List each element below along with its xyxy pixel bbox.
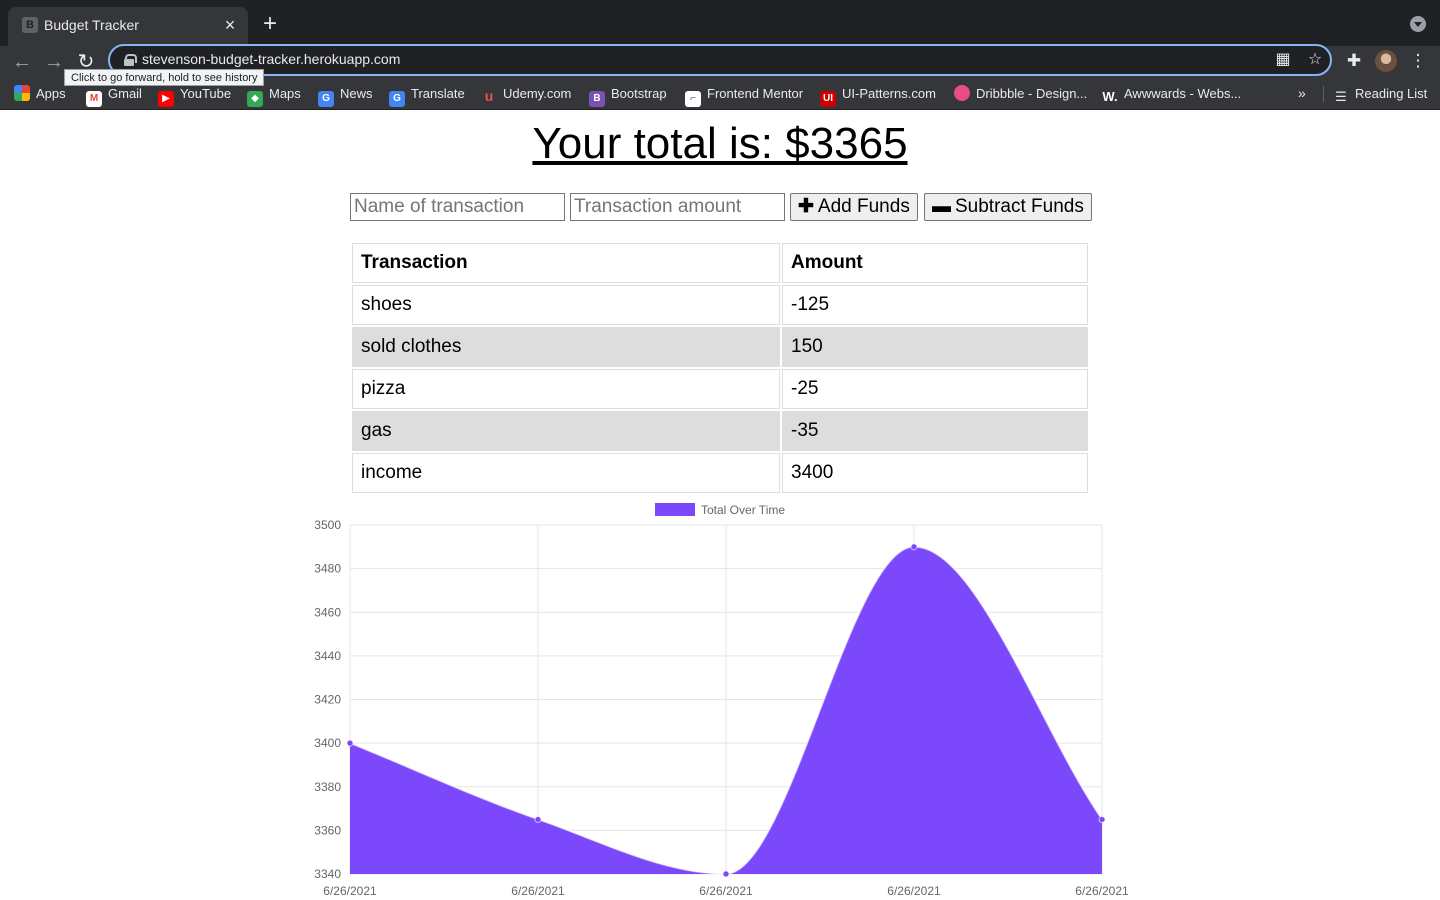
y-tick-label: 3440 bbox=[314, 649, 341, 663]
reading-list-button[interactable]: ☰ Reading List bbox=[1333, 85, 1427, 104]
extensions-puzzle-icon[interactable]: ✚ bbox=[1343, 50, 1365, 72]
tab-search-icon[interactable] bbox=[1410, 16, 1426, 32]
data-point bbox=[346, 739, 354, 747]
table-row: sold clothes 150 bbox=[352, 327, 1088, 367]
ui-patterns-icon: UI bbox=[820, 91, 836, 107]
tab-budget-tracker[interactable]: B Budget Tracker × bbox=[8, 7, 248, 46]
y-tick-label: 3340 bbox=[314, 867, 341, 881]
back-arrow-icon[interactable]: ← bbox=[10, 50, 34, 74]
y-tick-label: 3460 bbox=[314, 605, 341, 619]
bookmark-translate[interactable]: G Translate bbox=[389, 85, 465, 107]
x-tick-label: 6/26/2021 bbox=[887, 884, 941, 898]
maps-icon: ◆ bbox=[247, 91, 263, 107]
browser-toolbar: ← → ↻ stevenson-budget-tracker.herokuapp… bbox=[0, 44, 1440, 86]
tab-strip: B Budget Tracker × + bbox=[0, 0, 1440, 46]
data-point bbox=[910, 543, 918, 551]
transaction-amount-cell: 3400 bbox=[782, 453, 1088, 493]
y-tick-label: 3400 bbox=[314, 736, 341, 750]
gmail-icon: M bbox=[86, 91, 102, 107]
minus-icon: ▬ bbox=[932, 196, 951, 217]
transaction-name-cell: gas bbox=[352, 411, 780, 451]
qr-code-icon[interactable]: ▦ bbox=[1274, 51, 1292, 69]
x-tick-label: 6/26/2021 bbox=[511, 884, 565, 898]
url-text: stevenson-budget-tracker.herokuapp.com bbox=[142, 51, 401, 67]
y-tick-label: 3420 bbox=[314, 693, 341, 707]
subtract-funds-button[interactable]: ▬ Subtract Funds bbox=[924, 193, 1092, 221]
total-over-time-chart: 3340 3360 3380 3400 3420 3440 3460 3480 3500 6/26… bbox=[314, 503, 1129, 898]
address-bar[interactable]: stevenson-budget-tracker.herokuapp.com ▦… bbox=[108, 44, 1332, 76]
bookmark-ui-patterns[interactable]: UI UI-Patterns.com bbox=[820, 85, 936, 107]
y-tick-label: 3360 bbox=[314, 823, 341, 837]
profile-avatar[interactable] bbox=[1375, 50, 1397, 72]
y-tick-label: 3380 bbox=[314, 780, 341, 794]
bookmark-awwwards[interactable]: W. Awwwards - Webs... bbox=[1102, 85, 1241, 104]
table-row: gas -35 bbox=[352, 411, 1088, 451]
lock-icon bbox=[124, 54, 137, 66]
bookmark-star-icon[interactable]: ☆ bbox=[1306, 51, 1324, 69]
new-tab-icon[interactable]: + bbox=[258, 12, 282, 36]
plus-icon: ✚ bbox=[798, 196, 814, 217]
table-row: income 3400 bbox=[352, 453, 1088, 493]
transaction-name-input[interactable] bbox=[350, 193, 565, 221]
data-point bbox=[1098, 815, 1106, 823]
column-header-transaction: Transaction bbox=[352, 243, 780, 283]
legend-swatch bbox=[655, 503, 695, 516]
bookmark-frontend-mentor[interactable]: ⌐ Frontend Mentor bbox=[685, 85, 803, 107]
bookmark-gmail[interactable]: M Gmail bbox=[86, 85, 142, 107]
bootstrap-icon: B bbox=[589, 91, 605, 107]
apps-grid-icon bbox=[14, 85, 30, 101]
tab-title: Budget Tracker bbox=[44, 17, 139, 33]
page-content: Your total is: $3365 ✚Add Funds ▬Subtrac… bbox=[0, 111, 1440, 900]
y-tick-label: 3480 bbox=[314, 562, 341, 576]
y-tick-label: 3500 bbox=[314, 518, 341, 532]
bookmark-dribbble[interactable]: Dribbble - Design... bbox=[954, 85, 1087, 103]
transaction-amount-cell: -125 bbox=[782, 285, 1088, 325]
forward-arrow-icon[interactable]: → bbox=[42, 50, 66, 74]
bookmark-apps[interactable]: Apps bbox=[14, 85, 66, 103]
reading-list-icon: ☰ bbox=[1335, 89, 1347, 104]
awwwards-icon: W. bbox=[1102, 89, 1118, 104]
x-tick-label: 6/26/2021 bbox=[699, 884, 753, 898]
data-point bbox=[722, 870, 730, 878]
forward-tooltip: Click to go forward, hold to see history bbox=[64, 69, 265, 86]
more-bookmarks-icon[interactable]: » bbox=[1298, 85, 1306, 101]
transaction-name-cell: income bbox=[352, 453, 780, 493]
frontend-mentor-icon: ⌐ bbox=[685, 91, 701, 107]
bookmark-bootstrap[interactable]: B Bootstrap bbox=[589, 85, 667, 107]
transaction-name-cell: pizza bbox=[352, 369, 780, 409]
dribbble-icon bbox=[954, 85, 970, 101]
close-tab-icon[interactable]: × bbox=[220, 15, 240, 35]
bookmark-maps[interactable]: ◆ Maps bbox=[247, 85, 301, 107]
legend-label: Total Over Time bbox=[701, 503, 785, 517]
add-funds-button[interactable]: ✚ Add Funds bbox=[790, 193, 918, 221]
transaction-amount-input[interactable] bbox=[570, 193, 785, 221]
transaction-name-cell: sold clothes bbox=[352, 327, 780, 367]
news-icon: G bbox=[318, 91, 334, 107]
x-tick-label: 6/26/2021 bbox=[1075, 884, 1129, 898]
bookmark-news[interactable]: G News bbox=[318, 85, 373, 107]
x-tick-label: 6/26/2021 bbox=[323, 884, 377, 898]
site-favicon-icon: B bbox=[22, 17, 38, 33]
menu-kebab-icon[interactable]: ⋮ bbox=[1407, 50, 1429, 72]
table-row: pizza -25 bbox=[352, 369, 1088, 409]
transactions-table: Transaction Amount shoes -125 sold cloth… bbox=[350, 241, 1090, 495]
transaction-amount-cell: -25 bbox=[782, 369, 1088, 409]
youtube-icon: ▶ bbox=[158, 91, 174, 107]
data-point bbox=[534, 815, 542, 823]
bookmarks-divider bbox=[1323, 86, 1324, 102]
transaction-name-cell: shoes bbox=[352, 285, 780, 325]
table-row: shoes -125 bbox=[352, 285, 1088, 325]
column-header-amount: Amount bbox=[782, 243, 1088, 283]
transaction-amount-cell: -35 bbox=[782, 411, 1088, 451]
bookmark-youtube[interactable]: ▶ YouTube bbox=[158, 85, 231, 107]
transaction-amount-cell: 150 bbox=[782, 327, 1088, 367]
bookmark-udemy[interactable]: u Udemy.com bbox=[481, 85, 572, 104]
table-header-row: Transaction Amount bbox=[352, 243, 1088, 283]
translate-icon: G bbox=[389, 91, 405, 107]
total-heading: Your total is: $3365 bbox=[532, 119, 908, 168]
udemy-icon: u bbox=[484, 88, 494, 104]
